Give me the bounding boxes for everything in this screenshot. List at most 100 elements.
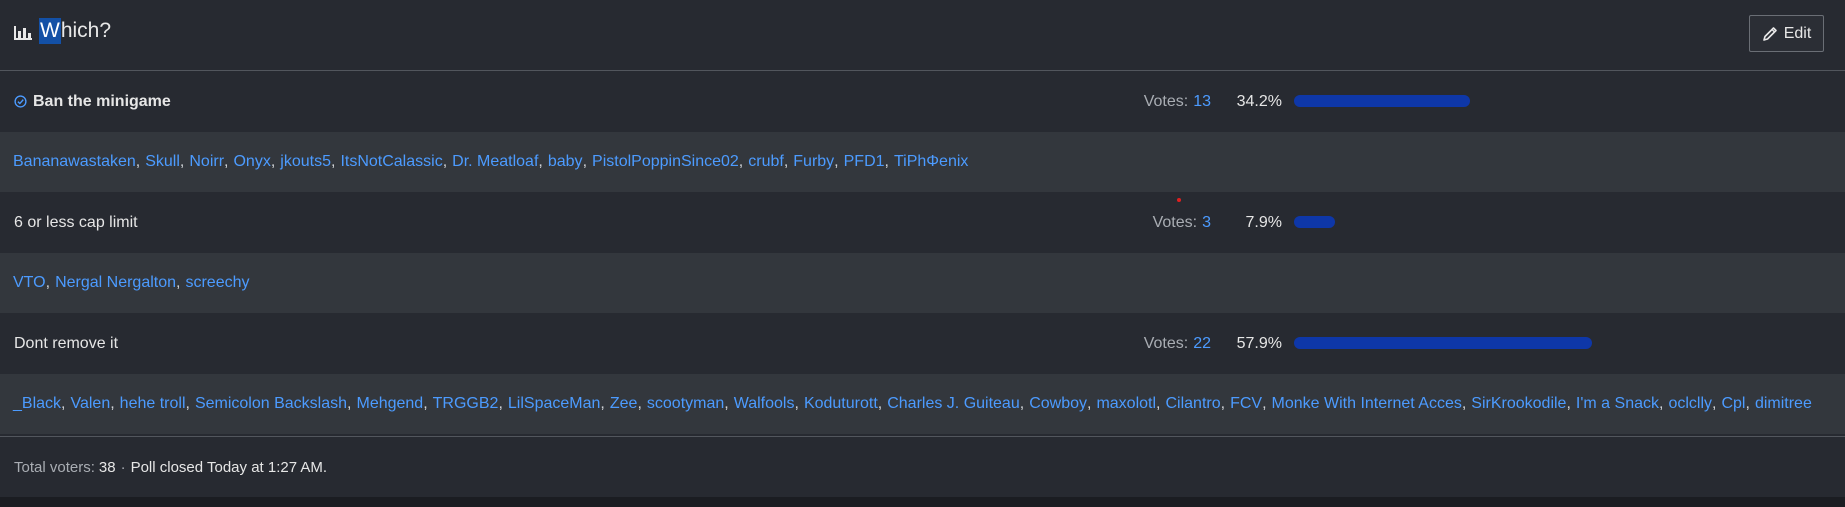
votes-link[interactable]: 3	[1202, 214, 1211, 232]
voter-link[interactable]: LilSpaceMan	[508, 395, 601, 413]
votes-label: Votes:	[1143, 92, 1189, 110]
voter-link[interactable]: Walfools	[734, 395, 795, 413]
voter-link[interactable]: FCV	[1230, 395, 1262, 413]
voter-link[interactable]: Monke With Internet Acces	[1272, 395, 1462, 413]
voter-link[interactable]: oclclly	[1668, 395, 1712, 413]
voter-link[interactable]: Cilantro	[1165, 395, 1220, 413]
voter-link[interactable]: baby	[548, 153, 583, 171]
voter-separator: ,	[834, 153, 839, 170]
choice-text: 6 or less cap limit	[14, 213, 138, 231]
votes-label: Votes:	[1143, 334, 1189, 352]
voter-separator: ,	[600, 395, 605, 412]
voter-link[interactable]: Valen	[70, 395, 110, 413]
poll-title: Which?	[14, 18, 111, 44]
cursor-dot	[1177, 198, 1181, 202]
voter-link[interactable]: TRGGB2	[433, 395, 499, 413]
voter-separator: ,	[347, 395, 352, 412]
footer-separator: ·	[120, 459, 126, 476]
votes-label: Votes:	[1152, 213, 1198, 231]
voter-link[interactable]: dimitree	[1755, 395, 1812, 413]
voter-link[interactable]: Cowboy	[1029, 395, 1087, 413]
voter-separator: ,	[783, 153, 789, 170]
total-voters-value: 38	[98, 459, 116, 476]
voter-separator: ,	[1712, 395, 1717, 412]
poll-choice: Dont remove it Votes: 22 57.9%	[0, 313, 1845, 374]
poll-closed-text: Poll closed Today at 1:27 AM.	[130, 459, 328, 476]
check-circle-icon	[14, 95, 27, 108]
vote-bar	[1294, 337, 1809, 349]
voter-separator: ,	[498, 395, 503, 412]
voter-link[interactable]: PFD1	[844, 153, 885, 171]
voter-link[interactable]: crubf	[748, 153, 784, 171]
vote-percent: 7.9%	[1245, 213, 1282, 231]
bar-chart-icon	[14, 23, 32, 40]
voter-link[interactable]: Zee	[610, 395, 638, 413]
edit-button[interactable]: Edit	[1749, 15, 1824, 52]
voter-separator: ,	[442, 153, 448, 170]
voter-separator: ,	[179, 153, 185, 170]
voter-link[interactable]: scootyman	[647, 395, 724, 413]
voters-row: _Black, Valen, hehe troll, Semicolon Backsl…	[0, 374, 1845, 434]
voter-link[interactable]: Cpl	[1721, 395, 1745, 413]
voter-separator: ,	[185, 395, 190, 412]
voter-link[interactable]: maxolotl	[1096, 395, 1156, 413]
voter-link[interactable]: PistolPoppinSince02	[592, 153, 739, 171]
voter-link[interactable]: screechy	[185, 274, 249, 292]
voter-link[interactable]: Onyx	[233, 153, 270, 171]
voter-link[interactable]: VTO	[13, 274, 46, 292]
voter-link[interactable]: Furby	[793, 153, 834, 171]
voter-separator: ,	[135, 153, 141, 170]
voter-separator: ,	[1262, 395, 1267, 412]
vote-count: Votes: 22	[1040, 313, 1211, 374]
voter-link[interactable]: Nergal Nergalton	[55, 274, 176, 292]
voter-link[interactable]: Semicolon Backslash	[195, 395, 347, 413]
voter-link[interactable]: Bananawastaken	[13, 153, 136, 171]
voter-link[interactable]: Noirr	[189, 153, 224, 171]
voter-link[interactable]: Skull	[145, 153, 180, 171]
poll-choice: Ban the minigame Votes: 13 34.2%	[0, 71, 1845, 132]
voter-link[interactable]: Charles J. Guiteau	[887, 395, 1020, 413]
voter-link[interactable]: TiPhΦenix	[894, 153, 968, 171]
voter-link[interactable]: Mehgend	[356, 395, 423, 413]
choice-label: Dont remove it	[14, 313, 118, 374]
voter-link[interactable]: Koduturott	[804, 395, 878, 413]
voter-list: _Black, Valen, hehe troll, Semicolon Backsl…	[13, 374, 1812, 434]
votes-link[interactable]: 22	[1193, 335, 1211, 353]
voter-link[interactable]: Dr. Meatloaf	[452, 153, 538, 171]
voter-link[interactable]: ItsNotCalassic	[340, 153, 442, 171]
poll-footer: Total voters: 38 · Poll closed Today at …	[0, 436, 1845, 497]
voter-separator: ,	[330, 153, 336, 170]
total-voters-label: Total voters:	[14, 459, 95, 476]
vote-bar-fill	[1294, 95, 1470, 107]
voter-separator: ,	[794, 395, 799, 412]
voter-separator: ,	[582, 153, 588, 170]
votes-link[interactable]: 13	[1193, 93, 1211, 111]
vote-count: Votes: 3	[1040, 192, 1211, 253]
voters-row: Bananawastaken, Skull, Noirr, Onyx, jkouts5,…	[0, 132, 1845, 192]
voter-separator: ,	[1745, 395, 1750, 412]
vote-bar-fill	[1294, 337, 1592, 349]
voter-link[interactable]: SirKrookodile	[1471, 395, 1566, 413]
poll-header: Which? Edit	[0, 0, 1845, 71]
voter-list: Bananawastaken, Skull, Noirr, Onyx, jkouts5,…	[13, 132, 968, 192]
voter-separator: ,	[423, 395, 428, 412]
voter-separator: ,	[176, 274, 181, 291]
title-text: hich?	[60, 19, 112, 42]
voter-link[interactable]: I'm a Snack	[1576, 395, 1659, 413]
voter-separator: ,	[538, 153, 543, 170]
voter-separator: ,	[1087, 395, 1092, 412]
footer-text: Total voters: 38 · Poll closed Today at …	[14, 437, 327, 498]
voters-row: VTO, Nergal Nergalton, screechy	[0, 253, 1845, 313]
poll-block: Which? Edit Ban the minigame Votes: 13 3…	[0, 0, 1845, 497]
page-bottom-strip	[0, 497, 1845, 507]
choice-text: Ban the minigame	[33, 92, 171, 110]
edit-button-label: Edit	[1783, 24, 1812, 42]
voter-link[interactable]: jkouts5	[280, 153, 331, 171]
voter-link[interactable]: _Black	[13, 395, 61, 413]
voter-separator: ,	[637, 395, 642, 412]
voter-link[interactable]: hehe troll	[120, 395, 186, 413]
voter-separator: ,	[1220, 395, 1226, 412]
vote-bar	[1294, 216, 1809, 228]
choice-label: Ban the minigame	[14, 71, 171, 132]
voter-separator: ,	[45, 274, 51, 291]
